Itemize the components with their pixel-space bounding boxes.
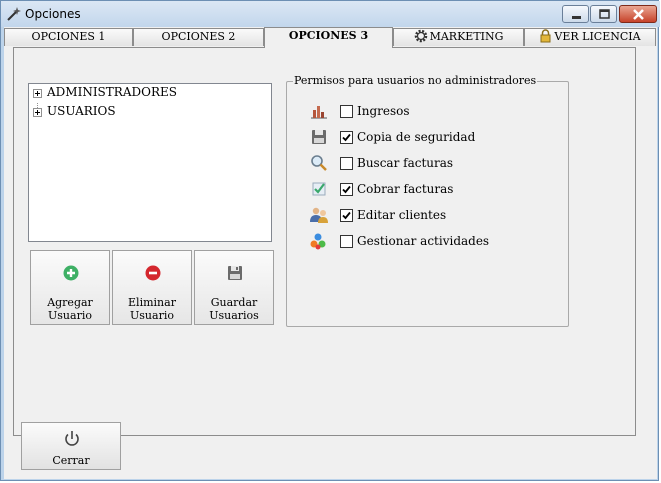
tab-opciones-2[interactable]: OPCIONES 2: [133, 28, 264, 46]
checkbox-editar-clientes[interactable]: [340, 209, 353, 222]
maximize-icon: [599, 9, 610, 19]
expand-usuarios-button[interactable]: [33, 108, 42, 117]
close-icon: [633, 9, 644, 20]
permission-label: Buscar facturas: [357, 156, 454, 170]
remove-user-line1: Eliminar: [128, 296, 176, 309]
tab-label: MARKETING: [429, 30, 504, 43]
tab-label: OPCIONES 2: [161, 30, 236, 43]
tab-label: OPCIONES 3: [288, 29, 369, 42]
add-user-line2: Usuario: [48, 309, 92, 322]
colored-shapes-icon: [310, 233, 326, 250]
users-tree[interactable]: ADMINISTRADORES USUARIOS: [28, 83, 272, 242]
tab-opciones-3[interactable]: OPCIONES 3: [264, 27, 393, 48]
window-title: Opciones: [25, 7, 81, 21]
tab-marketing[interactable]: MARKETING: [393, 28, 524, 46]
title-bar[interactable]: Opciones: [1, 1, 660, 27]
power-icon: [65, 431, 79, 446]
tab-label: OPCIONES 1: [31, 30, 106, 43]
checkmark-icon: [342, 211, 351, 220]
remove-circle-icon: [145, 265, 161, 281]
tree-item-administradores[interactable]: ADMINISTRADORES: [47, 85, 177, 99]
remove-user-line2: Usuario: [130, 309, 174, 322]
permission-label: Editar clientes: [357, 208, 447, 222]
client-area: OPCIONES 1 OPCIONES 2 OPCIONES 3 MARKETI…: [4, 27, 657, 479]
checkbox-cobrar-facturas[interactable]: [340, 183, 353, 196]
checkmark-icon: [342, 185, 351, 194]
permission-label: Copia de seguridad: [357, 130, 476, 144]
close-window-button[interactable]: [619, 5, 657, 23]
magnifier-icon: [311, 155, 327, 171]
permissions-legend: Permisos para usuarios no administradore…: [293, 74, 538, 87]
users-icon: [310, 207, 328, 223]
options-window: Opciones OPCIONES 1 OPCIONES 2 OPCIONES …: [0, 0, 660, 481]
cerrar-button[interactable]: Cerrar: [21, 422, 121, 470]
permission-label: Cobrar facturas: [357, 182, 454, 196]
wand-icon: [7, 7, 21, 21]
add-user-button[interactable]: Agregar Usuario: [30, 250, 110, 325]
floppy-disk-icon: [312, 130, 326, 144]
expand-administradores-button[interactable]: [33, 89, 42, 98]
gear-icon: [414, 29, 427, 43]
checkbox-ingresos[interactable]: [340, 105, 353, 118]
cerrar-label: Cerrar: [52, 454, 90, 467]
checkbox-buscar-facturas[interactable]: [340, 157, 353, 170]
save-users-line1: Guardar: [210, 296, 258, 309]
lock-icon: [540, 29, 551, 43]
maximize-button[interactable]: [590, 5, 617, 23]
tab-opciones-1[interactable]: OPCIONES 1: [4, 28, 133, 46]
minimize-button[interactable]: [562, 5, 589, 23]
permission-label: Gestionar actividades: [357, 234, 490, 248]
checkbox-copia-seguridad[interactable]: [340, 131, 353, 144]
checkbox-gestionar-actividades[interactable]: [340, 235, 353, 248]
add-circle-icon: [63, 265, 79, 281]
tab-panel-opciones-3: ADMINISTRADORES USUARIOS Agregar Usuario …: [13, 47, 636, 436]
save-users-line2: Usuarios: [209, 309, 259, 322]
tab-strip: OPCIONES 1 OPCIONES 2 OPCIONES 3 MARKETI…: [4, 27, 657, 48]
check-document-icon: [312, 182, 326, 196]
save-users-button[interactable]: Guardar Usuarios: [194, 250, 274, 325]
floppy-disk-icon: [228, 266, 242, 280]
bar-chart-icon: [311, 106, 327, 119]
add-user-line1: Agregar: [47, 296, 93, 309]
checkmark-icon: [342, 133, 351, 142]
tab-ver-licencia[interactable]: VER LICENCIA: [524, 28, 656, 46]
tab-label: VER LICENCIA: [554, 30, 641, 43]
minimize-icon: [572, 16, 581, 19]
tree-item-usuarios[interactable]: USUARIOS: [47, 104, 116, 118]
permission-label: Ingresos: [357, 104, 410, 118]
remove-user-button[interactable]: Eliminar Usuario: [112, 250, 192, 325]
